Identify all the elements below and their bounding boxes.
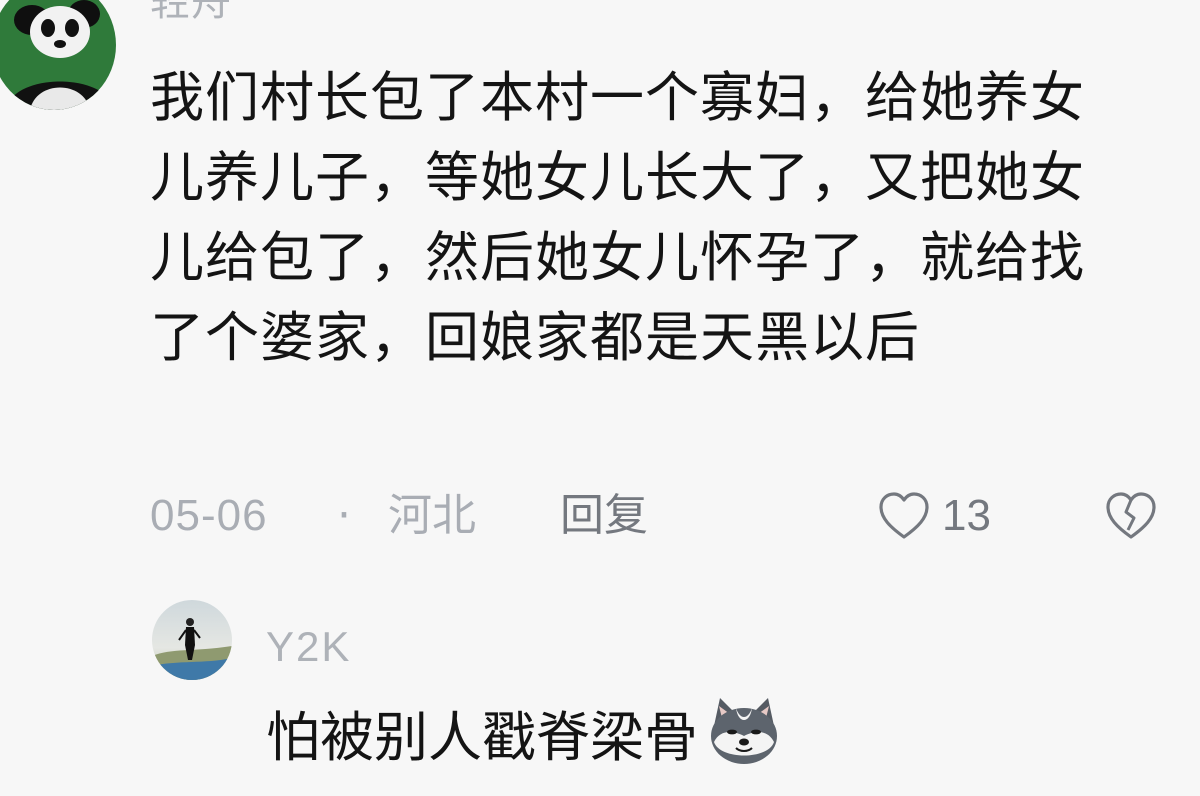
like-button[interactable]: 13 — [876, 486, 991, 546]
reply-button[interactable]: 回复 — [560, 486, 648, 546]
broken-heart-icon — [1106, 492, 1156, 539]
meta-separator: · — [337, 490, 351, 541]
like-count: 13 — [942, 491, 991, 540]
person-photo-icon — [152, 600, 232, 680]
person-photo-avatar[interactable] — [152, 600, 232, 680]
comment-date: 05-06 — [150, 491, 268, 540]
comment-location: 河北 — [388, 490, 476, 541]
comment-text: 怕被别人戳脊梁骨 — [266, 696, 782, 778]
heart-outline-icon — [879, 492, 929, 539]
husky-dog-icon — [711, 698, 777, 764]
dislike-button[interactable] — [1102, 486, 1160, 546]
panda-icon — [0, 0, 116, 110]
comment-text: 我们村长包了本村一个寡妇，给她养女儿养儿子，等她女儿长大了，又把她女儿给包了，然… — [150, 66, 1085, 369]
husky-dog-emoji — [706, 696, 782, 768]
panda-avatar[interactable] — [0, 0, 116, 110]
username[interactable]: 轻舟 — [150, 0, 232, 22]
comment-text-body: 怕被别人戳脊梁骨 — [266, 706, 698, 769]
username[interactable]: Y2K — [266, 626, 351, 668]
